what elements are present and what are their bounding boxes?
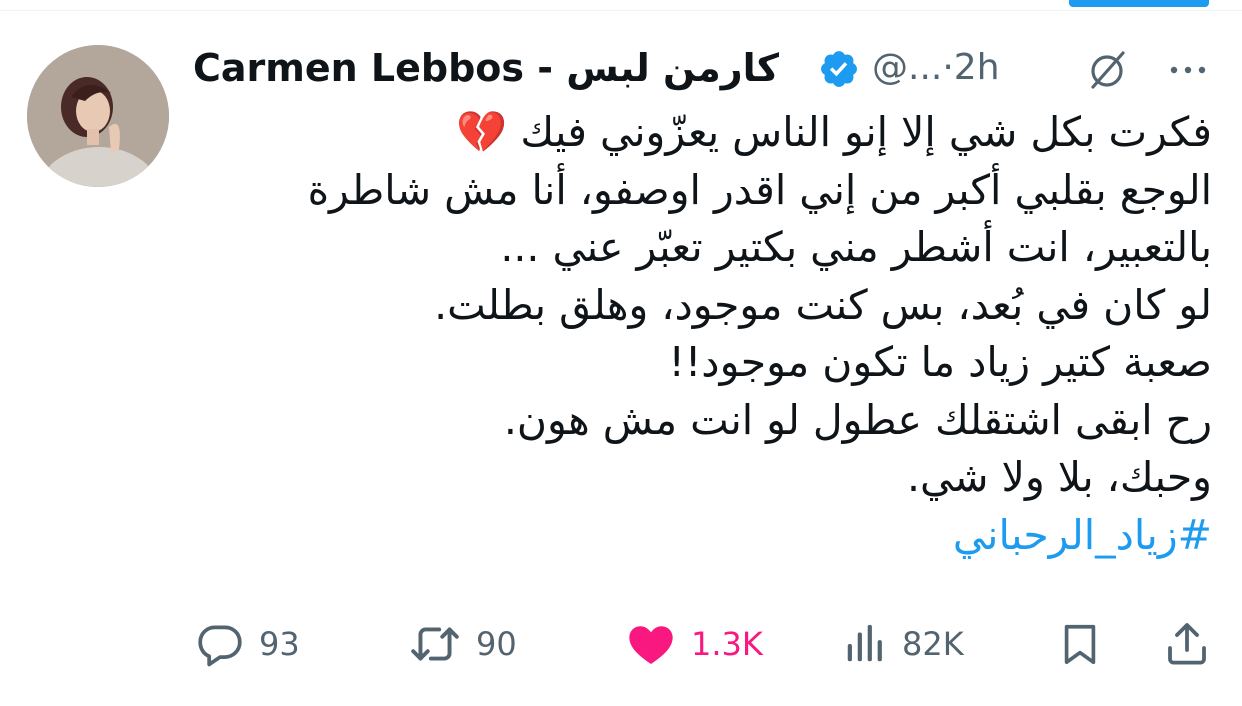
reply-count: 93 [259, 625, 300, 663]
like-count: 1.3K [691, 625, 763, 663]
action-bar: 93 90 1.3K 82K [0, 612, 1242, 676]
bookmark-button[interactable] [1057, 612, 1103, 676]
tweet-text: فكرت بكل شي إلا إنو الناس يعزّوني فيك 💔 … [196, 104, 1212, 564]
reply-button[interactable]: 93 [195, 612, 300, 676]
reply-bubble-icon [198, 625, 242, 667]
tweet-line: فكرت بكل شي إلا إنو الناس يعزّوني فيك 💔 [456, 108, 1212, 156]
tweet-line: لو كان في بُعد، بس كنت موجود، وهلق بطلت. [434, 280, 1212, 329]
share-button[interactable] [1163, 612, 1211, 676]
bookmark-icon [1064, 624, 1096, 665]
share-upload-icon [1168, 623, 1206, 665]
display-name[interactable]: Carmen Lebbos - كارمن لبس [193, 40, 779, 96]
tweet-header: Carmen Lebbos - كارمن لبس @...·2h [0, 40, 1242, 96]
grok-icon[interactable] [1085, 47, 1131, 93]
views-count: 82K [902, 625, 964, 663]
tweet-line: الوجع بقلبي أكبر من إني اقدر اوصفو، أنا … [307, 165, 1212, 214]
repost-count: 90 [476, 625, 517, 663]
more-dots-icon[interactable] [1166, 50, 1210, 90]
separator: · [942, 47, 954, 88]
handle-and-time: @...·2h [872, 40, 1000, 96]
tweet-line: رح ابقى اشتقلك عطول لو انت مش هون. [503, 395, 1212, 444]
views-bars-icon [847, 624, 882, 662]
tweet-line: بالتعبير، انت أشطر مني بكتير تعبّر عني .… [500, 223, 1212, 271]
repost-arrows-icon [411, 627, 459, 661]
top-divider [0, 10, 1242, 11]
verified-badge-icon [821, 51, 857, 87]
active-tab-indicator [1069, 0, 1209, 7]
handle[interactable]: @... [872, 47, 942, 88]
views-button[interactable]: 82K [842, 612, 964, 676]
repost-button[interactable]: 90 [408, 612, 517, 676]
timestamp[interactable]: 2h [954, 47, 1000, 88]
heart-filled-icon [629, 626, 673, 664]
hashtag-link[interactable]: #زياد_الرحباني [196, 507, 1212, 565]
tweet-line: صعبة كتير زياد ما تكون موجود!! [668, 338, 1212, 386]
like-button[interactable]: 1.3K [625, 612, 763, 676]
tweet-line: وحبك، بلا ولا شي. [906, 453, 1212, 501]
